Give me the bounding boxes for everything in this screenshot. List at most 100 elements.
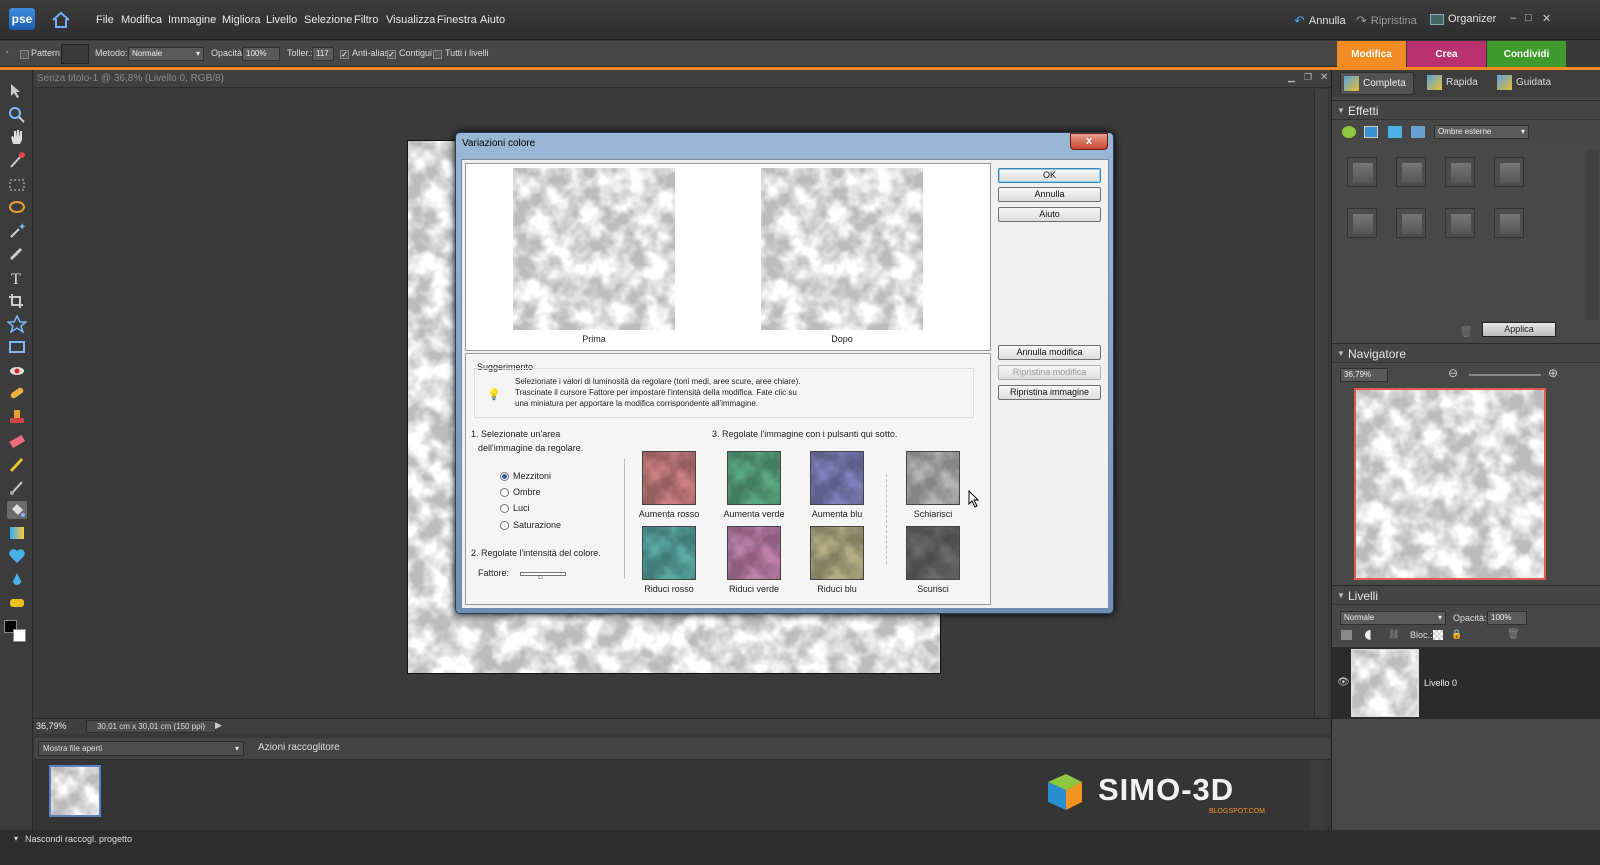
menu-immagine[interactable]: Immagine [168,14,216,26]
tab-completa[interactable]: Completa [1340,72,1414,95]
pencil-tool-icon[interactable] [7,455,27,473]
photo-effects-icon[interactable] [1388,126,1402,138]
tab-condividi[interactable]: Condividi [1487,41,1566,68]
all-layers-checkbox[interactable] [433,50,442,59]
redo-button[interactable]: ↷ Ripristina [1356,13,1417,29]
straighten-tool-icon[interactable] [7,338,27,356]
effects-panel-header[interactable]: ▼ Effetti [1332,100,1600,120]
quick-selection-tool-icon[interactable] [7,245,27,263]
bin-thumbnail[interactable] [49,765,101,817]
pattern-swatch[interactable] [61,44,89,64]
menu-finestra[interactable]: Finestra [437,14,477,26]
effect-thumbnail[interactable] [1445,157,1475,187]
variation-thumbnail[interactable] [906,526,960,580]
crop-tool-icon[interactable] [7,292,27,310]
close-icon[interactable]: ✕ [1542,12,1551,25]
tab-guidata[interactable]: Guidata [1494,72,1564,95]
menu-file[interactable]: File [96,14,114,26]
layer-styles-icon[interactable] [1364,126,1378,138]
variation-thumbnail[interactable] [642,451,696,505]
link-icon[interactable]: ⛓ [1388,629,1399,640]
bin-scrollbar[interactable] [1310,760,1324,830]
zoom-readout[interactable]: 36,79% [36,721,67,731]
effects-scrollbar[interactable] [1587,150,1599,320]
new-layer-icon[interactable] [1341,630,1352,640]
menu-filtro[interactable]: Filtro [354,14,378,26]
effect-thumbnail[interactable] [1445,208,1475,238]
variation-thumbnail[interactable] [727,451,781,505]
tolerance-field[interactable]: 117 [312,47,334,61]
effect-thumbnail[interactable] [1347,208,1377,238]
dialog-close-button[interactable]: x [1070,133,1108,150]
variation-thumbnail[interactable] [906,451,960,505]
minimize-icon[interactable]: – [1510,12,1516,24]
text-tool-icon[interactable]: T [7,269,27,288]
brush-tool-icon[interactable] [7,478,27,496]
clone-stamp-tool-icon[interactable] [7,408,27,426]
organizer-button[interactable]: Organizer [1430,13,1496,25]
menu-selezione[interactable]: Selezione [304,14,352,26]
effect-thumbnail[interactable] [1396,157,1426,187]
navigator-panel-header[interactable]: ▼ Navigatore [1332,343,1600,363]
effect-thumbnail[interactable] [1494,157,1524,187]
background-color-swatch[interactable] [13,629,26,642]
shape-tool-icon[interactable] [7,547,27,565]
red-eye-tool-icon[interactable] [7,362,27,380]
layers-panel-header[interactable]: ▼ Livelli [1332,585,1600,605]
blend-mode-select[interactable]: Normale ▾ [1340,611,1446,625]
menu-aiuto[interactable]: Aiuto [480,14,505,26]
zoom-in-icon[interactable]: ⊕ [1548,366,1558,380]
eyedropper-tool-icon[interactable] [7,151,27,169]
menu-modifica[interactable]: Modifica [121,14,162,26]
redo-change-button[interactable]: Ripristina modifica [998,365,1101,380]
navigator-preview[interactable] [1354,388,1546,580]
magic-wand-tool-icon[interactable]: ✦ [7,221,27,239]
trash-icon[interactable]: 🗑 [1459,325,1473,338]
opacity-field[interactable]: 100% [242,47,280,61]
lock-all-icon[interactable]: 🔒 [1451,629,1462,640]
status-menu-arrow-icon[interactable]: ▶ [215,720,222,731]
apply-button[interactable]: Applica [1482,322,1556,337]
layer-opacity-field[interactable]: 100% [1487,611,1527,625]
undo-button[interactable]: ↶ Annulla [1294,13,1346,29]
tab-crea[interactable]: Crea [1407,41,1486,68]
zoom-out-icon[interactable]: ⊖ [1448,366,1458,380]
hide-bin-arrow-icon[interactable]: ▾ [14,834,18,843]
effect-thumbnail[interactable] [1396,208,1426,238]
hand-tool-icon[interactable] [7,128,27,146]
tab-rapida[interactable]: Rapida [1424,72,1488,95]
canvas-vertical-scrollbar[interactable] [1314,89,1328,716]
bin-actions-menu[interactable]: Azioni raccoglitore [258,742,340,753]
gradient-tool-icon[interactable] [7,524,27,542]
tab-modifica[interactable]: Modifica [1337,41,1406,68]
variation-thumbnail[interactable] [727,526,781,580]
reset-image-button[interactable]: Ripristina immagine [998,385,1101,400]
doc-close-icon[interactable]: ✕ [1320,72,1328,83]
zoom-tool-icon[interactable] [7,105,27,123]
visibility-eye-icon[interactable]: 👁 [1337,677,1350,688]
menu-migliora[interactable]: Migliora [222,14,261,26]
doc-restore-icon[interactable]: ❐ [1304,72,1312,83]
blur-tool-icon[interactable] [7,571,27,589]
lock-transparency-icon[interactable] [1433,630,1443,640]
bin-show-dropdown[interactable]: Mostra file aperti ▾ [38,741,244,756]
method-select[interactable]: Normale ▾ [128,47,204,61]
paint-bucket-tool-icon[interactable] [7,501,27,519]
healing-brush-tool-icon[interactable] [7,384,27,402]
effects-category-select[interactable]: Ombre esterne ▾ [1434,125,1529,139]
cookie-cutter-tool-icon[interactable] [5,314,29,334]
effect-thumbnail[interactable] [1494,208,1524,238]
effect-thumbnail[interactable] [1347,157,1377,187]
ok-button[interactable]: OK [998,168,1101,183]
layer-row[interactable]: 👁 Livello 0 [1332,647,1600,719]
menu-visualizza[interactable]: Visualizza [386,14,435,26]
delete-layer-icon[interactable]: 🗑 [1507,629,1520,640]
variation-thumbnail[interactable] [810,451,864,505]
variation-thumbnail[interactable] [642,526,696,580]
move-tool-icon[interactable] [7,82,27,100]
antialias-checkbox[interactable]: ✓ [340,50,349,59]
adjustment-layer-icon[interactable] [1365,630,1376,640]
menu-livello[interactable]: Livello [266,14,297,26]
lasso-tool-icon[interactable] [7,199,27,217]
cancel-button[interactable]: Annulla [998,187,1101,202]
